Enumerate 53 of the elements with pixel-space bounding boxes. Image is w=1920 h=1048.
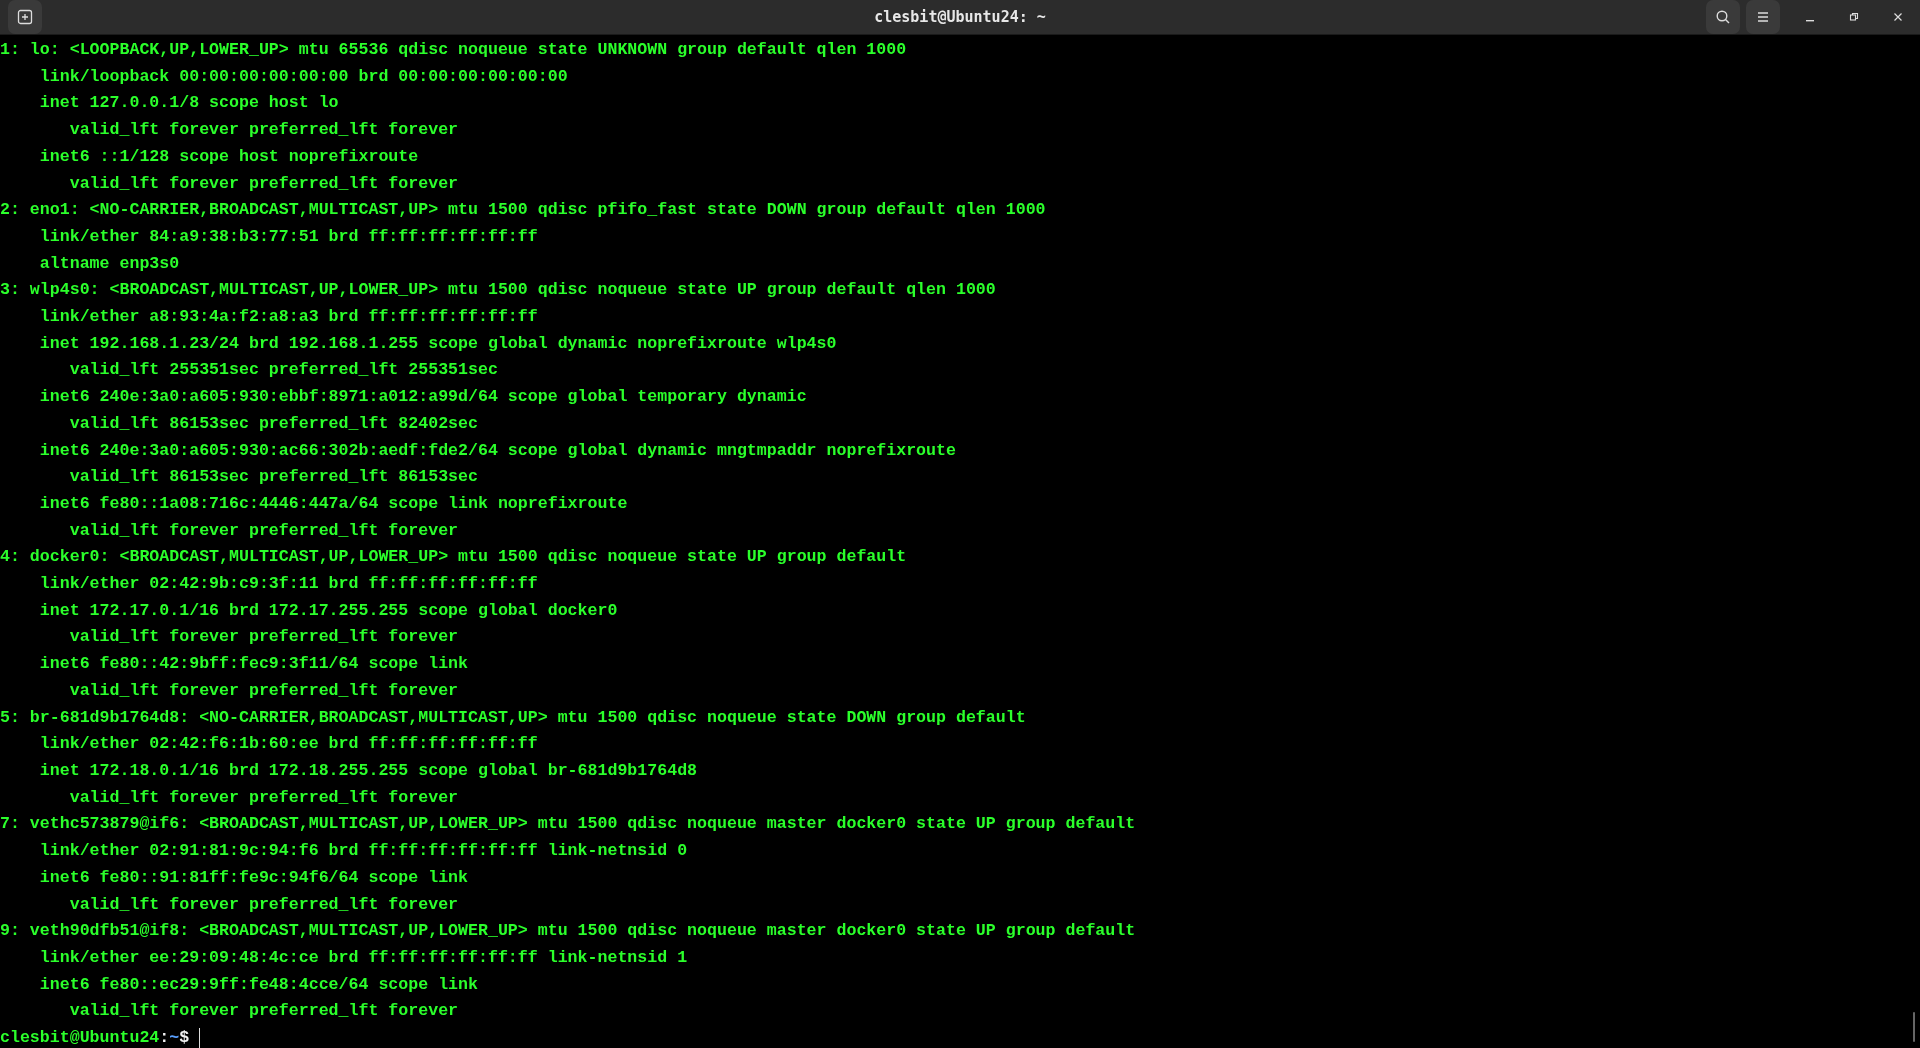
terminal-output-line: inet6 fe80::42:9bff:fec9:3f11/64 scope link xyxy=(38,653,469,676)
terminal-output-line: valid_lft forever preferred_lft forever xyxy=(68,679,459,702)
terminal-output-line: inet6 fe80::ec29:9ff:fe48:4cce/64 scope link xyxy=(38,973,478,996)
prompt-separator: : xyxy=(159,1027,170,1048)
menu-icon xyxy=(1756,11,1770,23)
text-cursor xyxy=(199,1028,201,1048)
terminal-output-line: 4: docker0: <BROADCAST,MULTICAST,UP,LOWER_UP> mtu 1500 qdisc noqueue state UP group default xyxy=(0,546,907,569)
terminal-output-line: valid_lft forever preferred_lft forever xyxy=(68,1000,459,1023)
terminal-output-line: link/ether ee:29:09:48:4c:ce brd ff:ff:ff:ff:ff:ff link-netnsid 1 xyxy=(38,946,688,969)
terminal-output-line: link/ether 02:42:f6:1b:60:ee brd ff:ff:ff:ff:ff:ff xyxy=(38,733,538,756)
scrollbar-thumb[interactable] xyxy=(1913,1011,1915,1042)
restore-icon xyxy=(1849,12,1859,22)
search-button[interactable] xyxy=(1706,0,1740,34)
terminal-output-line: inet6 240e:3a0:a605:930:ac66:302b:aedf:fde2/64 scope global dynamic mngtmpaddr noprefixroute xyxy=(38,439,956,462)
terminal-output-line: inet6 fe80::91:81ff:fe9c:94f6/64 scope link xyxy=(38,866,469,889)
terminal-output-line: valid_lft forever preferred_lft forever xyxy=(68,893,459,916)
terminal-output-line: valid_lft forever preferred_lft forever xyxy=(68,119,459,142)
terminal-output-line: valid_lft 86153sec preferred_lft 82402sec xyxy=(68,412,478,435)
prompt-user-host: clesbit@Ubuntu24 xyxy=(0,1027,160,1048)
terminal-output-line: 1: lo: <LOOPBACK,UP,LOWER_UP> mtu 65536 qdisc noqueue state UNKNOWN group default qlen 1000 xyxy=(0,39,907,61)
terminal-output-line: link/ether 84:a9:38:b3:77:51 brd ff:ff:ff:ff:ff:ff xyxy=(38,225,538,248)
terminal-output-line: 3: wlp4s0: <BROADCAST,MULTICAST,UP,LOWER_UP> mtu 1500 qdisc noqueue state UP group default qlen 1000 xyxy=(0,279,996,302)
terminal-output-line: inet6 fe80::1a08:716c:4446:447a/64 scope link noprefixroute xyxy=(38,492,628,515)
terminal-output-line: link/loopback 00:00:00:00:00:00 brd 00:00:00:00:00:00 xyxy=(38,65,568,88)
terminal-output-line: valid_lft forever preferred_lft forever xyxy=(68,786,459,809)
terminal-output-line: inet 172.18.0.1/16 brd 172.18.255.255 scope global br-681d9b1764d8 xyxy=(38,760,698,782)
terminal-output-line: inet 127.0.0.1/8 scope host lo xyxy=(38,92,339,115)
terminal-output-line: valid_lft 86153sec preferred_lft 86153sec xyxy=(68,466,478,489)
new-tab-icon xyxy=(17,9,33,25)
terminal-output-line: link/ether 02:42:9b:c9:3f:11 brd ff:ff:ff:ff:ff:ff xyxy=(38,573,538,596)
terminal-output-line: inet6 ::1/128 scope host noprefixroute xyxy=(38,145,419,168)
prompt-symbol: $ xyxy=(179,1027,190,1048)
prompt-path: ~ xyxy=(169,1027,180,1048)
terminal-output-line: valid_lft 255351sec preferred_lft 255351sec xyxy=(68,359,498,382)
terminal-output-line: altname enp3s0 xyxy=(38,252,180,275)
terminal-output-line: link/ether a8:93:4a:f2:a8:a3 brd ff:ff:ff:ff:ff:ff xyxy=(38,306,538,329)
terminal-output-line: 9: veth90dfb51@if8: <BROADCAST,MULTICAST,UP,LOWER_UP> mtu 1500 qdisc noqueue master docker0 state UP group default xyxy=(0,920,1136,943)
terminal-output-line: inet 172.17.0.1/16 brd 172.17.255.255 scope global docker0 xyxy=(38,599,618,622)
search-icon xyxy=(1715,9,1731,25)
close-icon xyxy=(1893,12,1903,22)
terminal-output-line: valid_lft forever preferred_lft forever xyxy=(68,519,459,542)
window-title: clesbit@Ubuntu24: ~ xyxy=(874,8,1046,26)
new-tab-button[interactable] xyxy=(8,0,42,34)
menu-button[interactable] xyxy=(1746,0,1780,34)
terminal-output-line: link/ether 02:91:81:9c:94:f6 brd ff:ff:ff:ff:ff:ff link-netnsid 0 xyxy=(38,840,688,863)
terminal-output-line: 5: br-681d9b1764d8: <NO-CARRIER,BROADCAST,MULTICAST,UP> mtu 1500 qdisc noqueue state DOWN group default xyxy=(0,706,1026,729)
minimize-icon xyxy=(1806,20,1814,22)
terminal-output-line: 2: eno1: <NO-CARRIER,BROADCAST,MULTICAST,UP> mtu 1500 qdisc pfifo_fast state DOWN group default qlen 1000 xyxy=(0,199,1046,222)
terminal-output-line: valid_lft forever preferred_lft forever xyxy=(68,172,459,195)
terminal-output-line: 7: vethc573879@if6: <BROADCAST,MULTICAST,UP,LOWER_UP> mtu 1500 qdisc noqueue master docker0 state UP group default xyxy=(0,813,1136,836)
terminal-output-line: valid_lft forever preferred_lft forever xyxy=(68,626,459,649)
terminal-output-line: inet 192.168.1.23/24 brd 192.168.1.255 scope global dynamic noprefixroute wlp4s0 xyxy=(38,332,837,355)
terminal-output-line: inet6 240e:3a0:a605:930:ebbf:8971:a012:a99d/64 scope global temporary dynamic xyxy=(38,386,807,409)
